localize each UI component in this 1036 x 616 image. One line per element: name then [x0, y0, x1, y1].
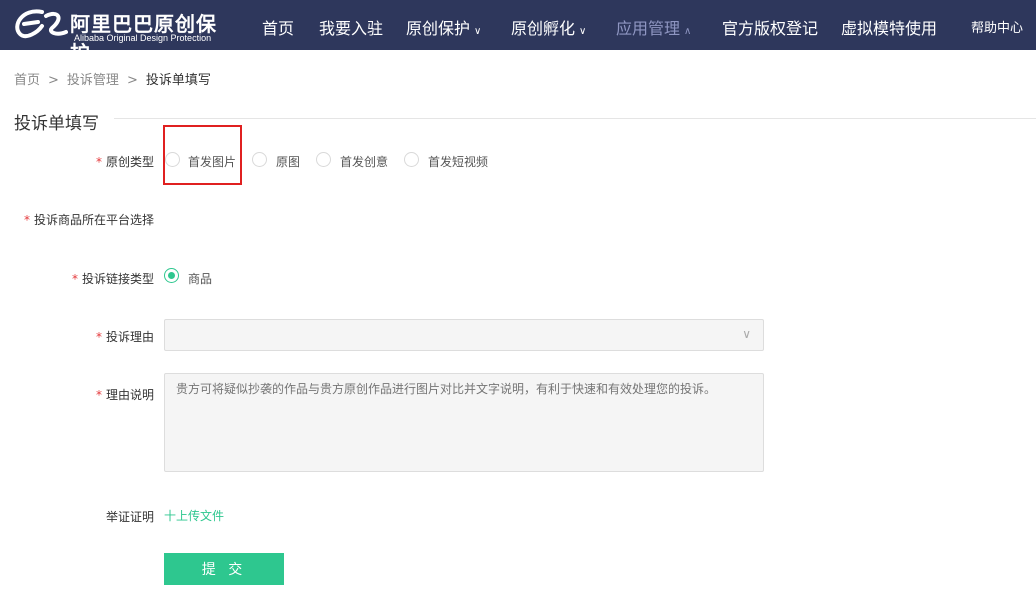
nav-original-protection[interactable]: 原创保护 ∨ — [406, 15, 481, 39]
link-type-label: * 投诉链接类型 — [72, 270, 154, 287]
nav-join[interactable]: 我要入驻 — [319, 15, 383, 39]
nav-label: 原创孵化 — [511, 19, 576, 38]
label-text: 理由说明 — [105, 388, 154, 402]
reason-label: * 投诉理由 — [96, 328, 154, 345]
required-mark: * — [95, 388, 102, 402]
explanation-textarea[interactable] — [164, 373, 764, 472]
label-text: 投诉理由 — [105, 330, 154, 344]
radio-label[interactable]: 商品 — [188, 270, 212, 287]
required-mark: * — [95, 155, 102, 169]
platform-label: * 投诉商品所在平台选择 — [24, 211, 154, 228]
chevron-down-icon: ∨ — [474, 26, 482, 37]
page-title: 投诉单填写 — [14, 114, 99, 134]
upload-file-button[interactable]: 十上传文件 — [164, 507, 224, 524]
radio-label[interactable]: 首发创意 — [340, 153, 388, 170]
nav-app-management[interactable]: 应用管理 ∧ — [616, 15, 691, 39]
radio-first-idea[interactable] — [316, 152, 331, 167]
original-type-label: * 原创类型 — [96, 153, 154, 170]
nav-virtual-model[interactable]: 虚拟模特使用 — [841, 15, 937, 39]
title-divider — [114, 118, 1036, 119]
chevron-down-icon: ∨ — [742, 327, 751, 341]
alibaba-logo[interactable]: 阿里巴巴原创保护 Alibaba Original Design Protect… — [12, 6, 232, 65]
breadcrumb-current: 投诉单填写 — [145, 73, 211, 88]
nav-incubation[interactable]: 原创孵化 ∨ — [511, 15, 586, 39]
required-mark: * — [23, 213, 30, 227]
label-text: 投诉商品所在平台选择 — [33, 213, 154, 227]
radio-product[interactable] — [164, 268, 179, 283]
nav-label: 官方版权登记 — [722, 19, 819, 38]
radio-label[interactable]: 首发短视频 — [428, 153, 488, 170]
radio-label[interactable]: 首发图片 — [188, 153, 236, 170]
nav-label: 虚拟模特使用 — [841, 19, 938, 38]
required-mark: * — [95, 330, 102, 344]
explanation-label: * 理由说明 — [96, 386, 154, 403]
breadcrumb: 首页 > 投诉管理 > 投诉单填写 — [14, 69, 211, 88]
radio-first-image[interactable] — [165, 152, 180, 167]
logo-icon — [15, 9, 68, 39]
nav-copyright-registration[interactable]: 官方版权登记 — [722, 15, 818, 39]
nav-label: 原创保护 — [406, 19, 471, 38]
breadcrumb-complaints[interactable]: 投诉管理 — [67, 73, 119, 88]
breadcrumb-home[interactable]: 首页 — [14, 73, 40, 88]
nav-help-center[interactable]: 帮助中心 — [971, 17, 1023, 36]
nav-label: 我要入驻 — [319, 19, 384, 38]
radio-first-short-video[interactable] — [404, 152, 419, 167]
radio-label[interactable]: 原图 — [276, 153, 300, 170]
radio-original-image[interactable] — [252, 152, 267, 167]
evidence-label: 举证证明 — [105, 510, 154, 524]
logo-subtitle: Alibaba Original Design Protection — [74, 33, 212, 43]
top-nav: 阿里巴巴原创保护 Alibaba Original Design Protect… — [0, 0, 1036, 65]
reason-select[interactable]: ∨ — [164, 319, 764, 351]
chevron-up-icon: ∧ — [684, 26, 692, 37]
label-text: 投诉链接类型 — [81, 272, 154, 286]
required-mark: * — [71, 272, 78, 286]
nav-label: 应用管理 — [616, 19, 681, 38]
label-text: 原创类型 — [105, 155, 154, 169]
submit-button[interactable]: 提 交 — [164, 553, 284, 585]
breadcrumb-separator: > — [126, 73, 138, 88]
chevron-down-icon: ∨ — [579, 26, 587, 37]
breadcrumb-separator: > — [48, 73, 59, 88]
nav-home[interactable]: 首页 — [262, 15, 294, 39]
nav-label: 首页 — [262, 19, 295, 38]
